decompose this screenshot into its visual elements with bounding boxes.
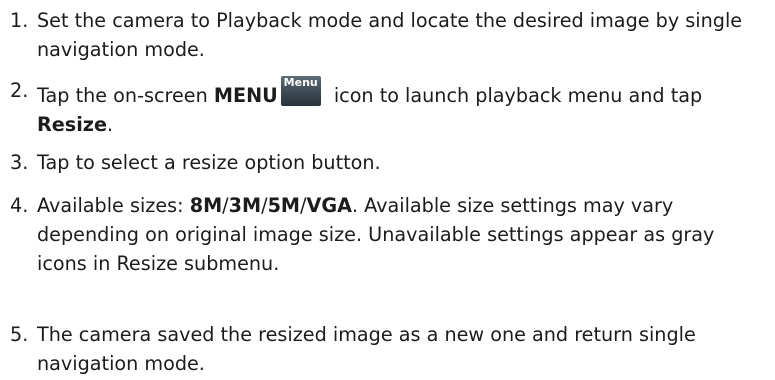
menu-keyword: MENU: [213, 84, 278, 107]
size-vga: VGA: [306, 194, 352, 217]
menu-icon-label: Menu: [283, 76, 318, 89]
size-5m: 5M: [267, 194, 301, 217]
step-text-post: icon to launch playback menu and tap: [327, 84, 703, 107]
step-number: 1.: [10, 9, 29, 32]
step-number: 2.: [10, 79, 29, 102]
size-8m: 8M: [189, 194, 223, 217]
step-number: 4.: [10, 194, 29, 217]
step-text: Available sizes: 8M/3M/5M/VGA. Available…: [37, 191, 757, 278]
step-text: Set the camera to Playback mode and loca…: [37, 9, 743, 61]
step-text-pre: Available sizes:: [37, 194, 190, 217]
resize-keyword: Resize: [37, 113, 107, 136]
menu-icon: Menu: [280, 76, 321, 106]
step-text-end: .: [106, 113, 114, 136]
step-text: Tap to select a resize option button.: [37, 151, 381, 174]
step-number: 5.: [10, 323, 29, 346]
step-text-pre: Tap the on-screen: [37, 84, 214, 107]
step-number: 3.: [10, 151, 29, 174]
step-text: The camera saved the resized image as a …: [37, 323, 696, 375]
step-text: Tap the on-screen MENU Menu icon to launc…: [37, 76, 757, 139]
size-3m: 3M: [228, 194, 262, 217]
